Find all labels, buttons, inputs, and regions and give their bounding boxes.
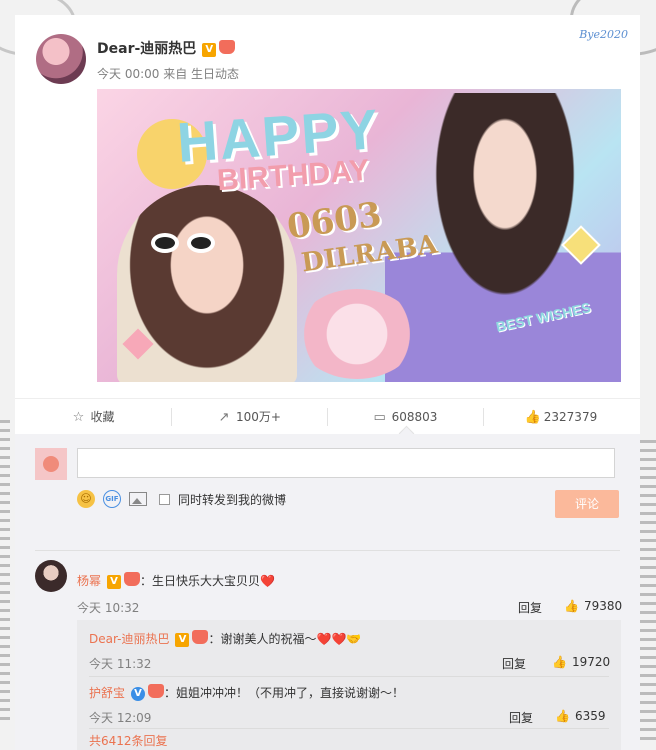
member-crown-icon [219,40,236,54]
verified-icon: V [131,687,146,701]
reply-emoji: ❤️❤️🤝 [316,632,362,646]
reply-line: 护舒宝 V ：姐姐冲冲冲！（不用冲了，直接说谢谢～！ [89,684,404,701]
more-replies-link[interactable]: 共6412条回复 [89,732,168,749]
member-crown-icon [192,630,209,644]
favorite-button[interactable]: ☆ 收藏 [15,399,171,435]
divider [89,676,609,677]
commenter-name[interactable]: 杨幂 [77,574,101,588]
post-meta: 今天 00:00 来自 生日动态 [97,67,240,81]
emoji-icon[interactable]: ☺ [77,490,95,508]
comment-text: ：生日快乐大大宝贝贝 [140,574,261,588]
composer-tools: ☺ GIF 同时转发到我的微博 [77,489,286,509]
comment-panel: ☺ GIF 同时转发到我的微博 评论 杨幂 V ：生日快乐大大宝贝贝❤️ 今天 10… [15,434,640,750]
comment-input[interactable] [77,448,615,478]
divider [89,728,609,729]
comment-icon: ▭ [373,410,386,425]
weibo-post-card: Dear-迪丽热巴 V 今天 00:00 来自 生日动态 Bye2020 HAPP… [15,15,640,750]
heart-emoji: ❤️ [260,574,275,588]
reply-button[interactable]: 回复 [502,655,526,672]
post-action-bar: ☆ 收藏 ↗ 100万+ ▭ 608803 👍 2327379 [15,398,640,435]
reply-like-count: 19720 [571,655,611,669]
card-badge[interactable]: Bye2020 [540,21,628,49]
repost-icon: ↗ [218,410,230,425]
flowers-decoration [297,289,417,379]
reply-author[interactable]: 护舒宝 [89,686,125,700]
reply-text: ：谢谢美人的祝福～ [208,632,317,646]
reply-like-count: 6359 [574,709,606,723]
post-author[interactable]: Dear-迪丽热巴 V [97,38,236,58]
thumbs-up-icon: 👍 [555,709,570,723]
reply-like-button[interactable]: 👍 6359 [555,709,606,723]
verified-icon: V [175,633,190,647]
reply-thread: Dear-迪丽热巴 V ：谢谢美人的祝福～❤️❤️🤝 今天 11:32 回复 👍 19… [77,620,621,750]
comment-line: 杨幂 V ：生日快乐大大宝贝贝❤️ [77,572,275,589]
comment-count: 608803 [391,410,438,424]
submit-comment-button[interactable]: 评论 [555,490,619,518]
image-icon[interactable] [129,492,147,506]
commenter-avatar[interactable] [35,560,67,592]
comment-time: 今天 10:32 [77,601,140,615]
my-avatar[interactable] [35,448,67,480]
like-count: 2327379 [543,410,598,424]
comment-like-count: 79380 [583,599,623,613]
repost-button[interactable]: ↗ 100万+ [171,399,327,435]
reply-line: Dear-迪丽热巴 V ：谢谢美人的祝福～❤️❤️🤝 [89,630,361,647]
avatar[interactable] [36,34,86,84]
like-button[interactable]: 👍 2327379 [483,399,639,435]
sketch-decoration [0,420,10,720]
reply-author[interactable]: Dear-迪丽热巴 [89,632,169,646]
reply-time: 今天 12:09 [89,711,152,725]
reply-like-button[interactable]: 👍 19720 [552,655,610,669]
divider [35,550,620,551]
comment-like-button[interactable]: 👍 79380 [564,599,622,613]
reply-button[interactable]: 回复 [509,709,533,726]
thumbs-up-icon: 👍 [564,599,579,613]
sketch-decoration [638,440,656,740]
gif-icon[interactable]: GIF [103,490,121,508]
reply-button[interactable]: 回复 [518,599,542,616]
verified-icon: V [202,43,217,57]
member-crown-icon [124,572,141,586]
reply-time: 今天 11:32 [89,657,152,671]
birthday-banner-image[interactable]: HAPPY BIRTHDAY 0603 DILRABA BEST WISHES [97,89,621,382]
thumbs-up-icon: 👍 [524,410,541,425]
author-name[interactable]: Dear-迪丽热巴 [97,41,196,57]
member-crown-icon [148,684,165,698]
forward-checkbox[interactable] [159,493,170,505]
repost-count: 100万+ [236,410,281,424]
reply-text: ：姐姐冲冲冲！（不用冲了，直接说谢谢～！ [164,686,405,700]
thumbs-up-icon: 👍 [552,655,567,669]
forward-label: 同时转发到我的微博 [178,492,287,507]
sunglasses [151,233,221,255]
verified-icon: V [107,575,122,589]
star-icon: ☆ [72,410,85,425]
favorite-label: 收藏 [90,410,115,424]
